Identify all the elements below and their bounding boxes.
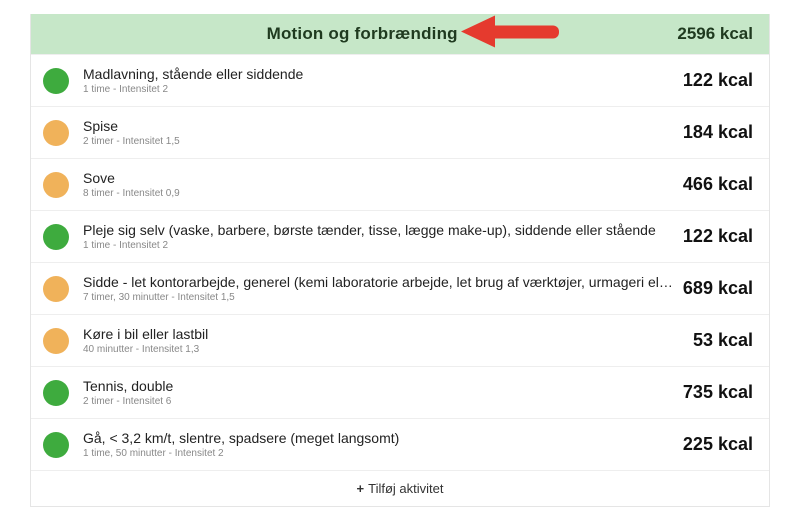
activity-row[interactable]: Spise 2 timer - Intensitet 1,5 184 kcal [31,106,769,158]
activity-panel: Motion og forbrænding 2596 kcal Madlavni… [30,14,770,507]
activity-subtitle: 2 timer - Intensitet 6 [83,396,673,407]
activity-text: Gå, < 3,2 km/t, slentre, spadsere (meget… [83,430,683,459]
activity-row[interactable]: Madlavning, stående eller siddende 1 time… [31,54,769,106]
activity-kcal: 735 kcal [683,382,753,403]
activity-text: Sidde - let kontorarbejde, generel (kemi… [83,274,683,303]
panel-title: Motion og forbrænding [47,24,677,44]
activity-title: Sove [83,170,673,186]
activity-text: Madlavning, stående eller siddende 1 time… [83,66,683,95]
activity-row[interactable]: Gå, < 3,2 km/t, slentre, spadsere (meget… [31,418,769,470]
activity-title: Spise [83,118,673,134]
activity-kcal: 184 kcal [683,122,753,143]
intensity-dot-icon [43,276,69,302]
activity-row[interactable]: Pleje sig selv (vaske, barbere, børste t… [31,210,769,262]
panel-header: Motion og forbrænding 2596 kcal [31,14,769,54]
activity-kcal: 122 kcal [683,70,753,91]
activity-subtitle: 1 time, 50 minutter - Intensitet 2 [83,448,673,459]
activity-title: Sidde - let kontorarbejde, generel (kemi… [83,274,673,290]
activity-row[interactable]: Sove 8 timer - Intensitet 0,9 466 kcal [31,158,769,210]
activity-title: Madlavning, stående eller siddende [83,66,673,82]
activity-text: Pleje sig selv (vaske, barbere, børste t… [83,222,683,251]
add-activity-label: Tilføj aktivitet [368,481,443,496]
add-activity-button[interactable]: + Tilføj aktivitet [31,470,769,506]
activity-kcal: 122 kcal [683,226,753,247]
intensity-dot-icon [43,224,69,250]
activity-title: Pleje sig selv (vaske, barbere, børste t… [83,222,673,238]
activity-text: Spise 2 timer - Intensitet 1,5 [83,118,683,147]
activity-subtitle: 7 timer, 30 minutter - Intensitet 1,5 [83,292,673,303]
activity-text: Sove 8 timer - Intensitet 0,9 [83,170,683,199]
activity-title: Køre i bil eller lastbil [83,326,683,342]
activity-title: Gå, < 3,2 km/t, slentre, spadsere (meget… [83,430,673,446]
intensity-dot-icon [43,432,69,458]
intensity-dot-icon [43,120,69,146]
activity-subtitle: 40 minutter - Intensitet 1,3 [83,344,683,355]
activity-subtitle: 1 time - Intensitet 2 [83,240,673,251]
activity-kcal: 466 kcal [683,174,753,195]
activity-text: Køre i bil eller lastbil 40 minutter - In… [83,326,693,355]
intensity-dot-icon [43,68,69,94]
activity-kcal: 225 kcal [683,434,753,455]
activity-list: Madlavning, stående eller siddende 1 time… [31,54,769,470]
intensity-dot-icon [43,328,69,354]
plus-icon: + [357,481,365,496]
activity-row[interactable]: Køre i bil eller lastbil 40 minutter - In… [31,314,769,366]
activity-subtitle: 2 timer - Intensitet 1,5 [83,136,673,147]
activity-title: Tennis, double [83,378,673,394]
intensity-dot-icon [43,380,69,406]
activity-kcal: 689 kcal [683,278,753,299]
activity-kcal: 53 kcal [693,330,753,351]
activity-subtitle: 8 timer - Intensitet 0,9 [83,188,673,199]
panel-total-kcal: 2596 kcal [677,24,753,44]
activity-row[interactable]: Sidde - let kontorarbejde, generel (kemi… [31,262,769,314]
intensity-dot-icon [43,172,69,198]
activity-text: Tennis, double 2 timer - Intensitet 6 [83,378,683,407]
activity-row[interactable]: Tennis, double 2 timer - Intensitet 6 735 … [31,366,769,418]
activity-subtitle: 1 time - Intensitet 2 [83,84,673,95]
